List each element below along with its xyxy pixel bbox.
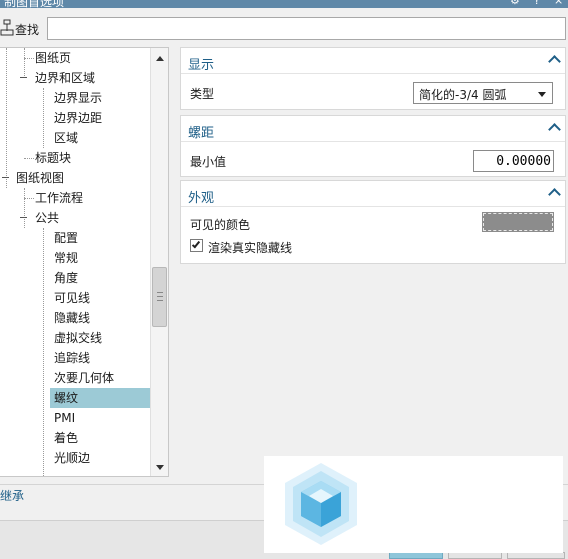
display-section-header[interactable]: 显示 xyxy=(181,48,565,74)
render-hidden-lines-label: 渲染真实隐藏线 xyxy=(208,241,293,255)
tree-item-label: 边界边距 xyxy=(54,111,103,125)
apply-button[interactable] xyxy=(448,552,502,559)
scroll-thumb[interactable] xyxy=(152,267,167,327)
tree-item-label: 常规 xyxy=(54,251,79,265)
section-title: 外观 xyxy=(188,191,215,206)
title-bar: 制图首选项 ⚙ ? × xyxy=(0,0,568,8)
grip-line xyxy=(157,300,163,301)
tree-item-title-block[interactable]: 标题块 xyxy=(0,148,150,168)
collapse-icon[interactable] xyxy=(2,177,9,178)
tree-item-visible-lines[interactable]: 可见线 xyxy=(0,288,150,308)
tree-item-label: 边界和区域 xyxy=(35,71,96,85)
search-label: 查找 xyxy=(15,23,40,37)
tree-item-label: 边界显示 xyxy=(54,91,103,105)
chevron-up-icon[interactable] xyxy=(548,55,561,68)
checkmark-icon xyxy=(191,239,201,249)
tree-item-label: 虚拟交线 xyxy=(54,331,103,345)
tree-item-virtual-intersections[interactable]: 虚拟交线 xyxy=(0,328,150,348)
tree-item-label: 公共 xyxy=(35,211,60,225)
chevron-up-icon[interactable] xyxy=(548,123,561,136)
tree-item-label: 可见线 xyxy=(54,291,91,305)
tree-scrollbar[interactable] xyxy=(150,48,168,476)
tree-item-threads[interactable]: 螺纹 xyxy=(50,388,150,408)
tree-item-border-display[interactable]: 边界显示 xyxy=(0,88,150,108)
tree-item-pmi[interactable]: PMI xyxy=(0,408,150,428)
tree-item-label: 着色 xyxy=(54,431,79,445)
tree-item-label: PMI xyxy=(54,411,76,425)
scroll-down-icon[interactable] xyxy=(156,465,164,470)
grip-line xyxy=(157,292,163,293)
tree-item-angle[interactable]: 角度 xyxy=(0,268,150,288)
window-title: 制图首选项 xyxy=(4,0,65,8)
cancel-button[interactable] xyxy=(507,552,565,559)
scroll-up-icon[interactable] xyxy=(156,56,164,61)
close-icon[interactable]: × xyxy=(554,0,563,7)
section-title: 显示 xyxy=(188,58,215,73)
cube-logo-icon xyxy=(285,463,357,545)
tree-item-drawing-sheet[interactable]: 图纸页 xyxy=(0,48,150,68)
tree-item-shading[interactable]: 着色 xyxy=(0,428,150,448)
chevron-up-icon[interactable] xyxy=(548,188,561,201)
min-value-input[interactable] xyxy=(473,150,554,172)
type-select[interactable]: 简化的-3/4 圆弧 xyxy=(413,82,553,104)
color-swatch-button[interactable] xyxy=(482,212,554,232)
tree-item-label: 标题块 xyxy=(35,151,72,165)
tree-item-hidden-lines[interactable]: 隐藏线 xyxy=(0,308,150,328)
min-value-label: 最小值 xyxy=(190,155,227,169)
tree-item-label: 角度 xyxy=(54,271,79,285)
tree-item-label: 次要几何体 xyxy=(54,371,115,385)
tree-item-label: 追踪线 xyxy=(54,351,91,365)
appearance-section-header[interactable]: 外观 xyxy=(181,181,565,207)
tree-item-tracelines[interactable]: 追踪线 xyxy=(0,348,150,368)
tree-item-general[interactable]: 常规 xyxy=(0,248,150,268)
tree-item-label: 配置 xyxy=(54,231,79,245)
help-icon[interactable]: ? xyxy=(534,0,540,7)
tree-item-drawing-view[interactable]: 图纸视图 xyxy=(0,168,150,188)
inherit-link[interactable]: 继承 xyxy=(0,487,24,504)
filter-search-icon xyxy=(0,19,14,36)
tree-item-smooth-edges[interactable]: 光顺边 xyxy=(0,448,150,468)
search-input[interactable] xyxy=(47,17,566,40)
tree-item-secondary-geometry[interactable]: 次要几何体 xyxy=(0,368,150,388)
search-bar: 查找 xyxy=(0,8,568,46)
type-label: 类型 xyxy=(190,87,215,101)
tree-item-workflow[interactable]: 工作流程 xyxy=(0,188,150,208)
tree-item-borders-and-zones[interactable]: 边界和区域 xyxy=(0,68,150,88)
tree-item-label: 螺纹 xyxy=(54,391,79,405)
type-select-value: 简化的-3/4 圆弧 xyxy=(419,88,507,102)
chevron-down-icon xyxy=(538,92,546,97)
tree-item-zones[interactable]: 区域 xyxy=(0,128,150,148)
appearance-section: 外观 可见的颜色 渲染真实隐藏线 xyxy=(180,180,566,264)
settings-icon[interactable]: ⚙ xyxy=(510,0,520,7)
settings-panel: 显示 类型 简化的-3/4 圆弧 螺距 最小值 外观 可见的颜色 渲染真实隐藏线 xyxy=(178,47,568,477)
tree-item-label: 区域 xyxy=(54,131,79,145)
tree-item-label: 隐藏线 xyxy=(54,311,91,325)
pitch-section-header[interactable]: 螺距 xyxy=(181,116,565,142)
tree-item-label: 图纸页 xyxy=(35,51,72,65)
tree-item-common[interactable]: 公共 xyxy=(0,208,150,228)
tree-item-label: 工作流程 xyxy=(35,191,84,205)
tree-item-label: 图纸视图 xyxy=(16,171,65,185)
section-title: 螺距 xyxy=(188,126,215,141)
collapse-icon[interactable] xyxy=(20,217,27,218)
visible-color-label: 可见的颜色 xyxy=(190,218,251,232)
tree-item-label: 光顺边 xyxy=(54,451,91,465)
pitch-section: 螺距 最小值 xyxy=(180,115,566,177)
grip-line xyxy=(157,296,163,297)
collapse-icon[interactable] xyxy=(20,77,27,78)
tree-item-border-margin[interactable]: 边界边距 xyxy=(0,108,150,128)
tree-item-configuration[interactable]: 配置 xyxy=(0,228,150,248)
preferences-tree: 图纸页 边界和区域 边界显示 边界边距 区域 标题块 图纸视图 工作流程 公共 … xyxy=(0,47,169,477)
render-hidden-lines-checkbox[interactable] xyxy=(190,239,203,252)
logo-overlay xyxy=(264,456,563,553)
ok-button[interactable] xyxy=(389,552,443,559)
display-section: 显示 类型 简化的-3/4 圆弧 xyxy=(180,47,566,110)
